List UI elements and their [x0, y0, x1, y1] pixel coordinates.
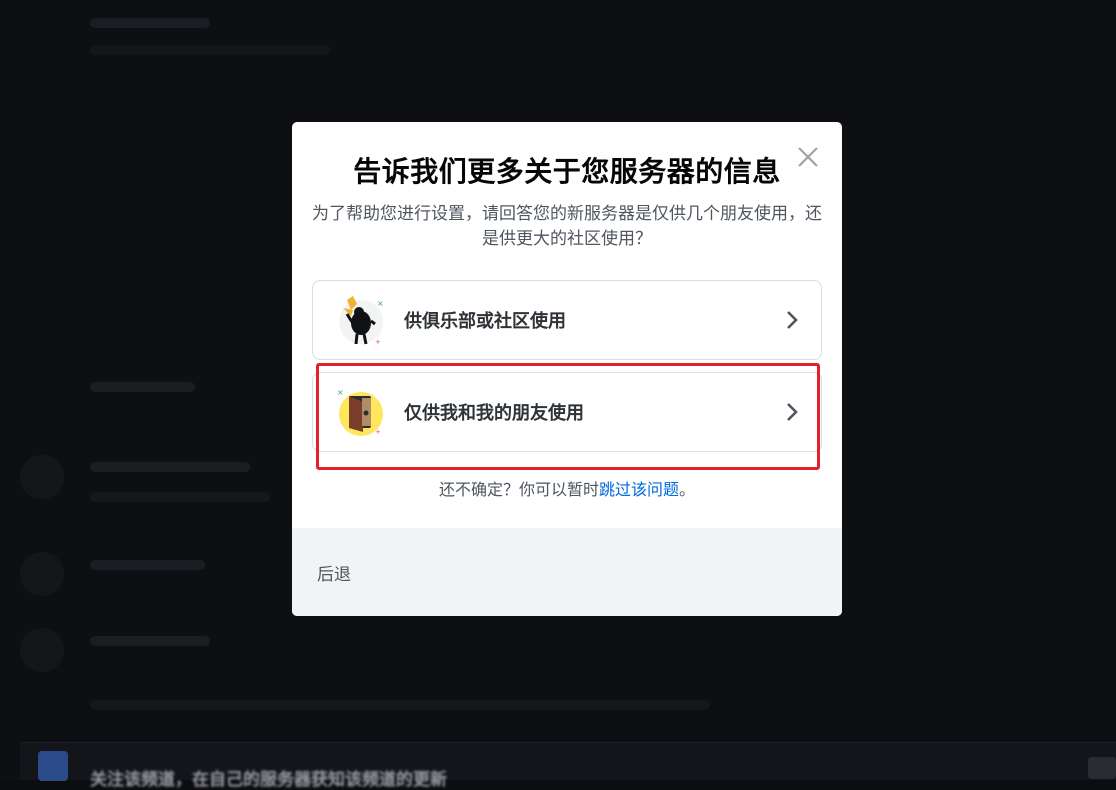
skip-question-link[interactable]: 跳过该问题 [599, 480, 679, 499]
svg-text:+: + [375, 428, 381, 436]
bg-placeholder-line [90, 18, 210, 28]
modal-subtitle: 为了帮助您进行设置，请回答您的新服务器是仅供几个朋友使用，还是供更大的社区使用？ [312, 204, 822, 249]
skip-prefix: 还不确定？你可以暂时 [438, 480, 599, 499]
skip-suffix: 。 [679, 480, 696, 499]
chevron-right-icon [787, 311, 798, 329]
bg-placeholder-line [90, 45, 330, 55]
follow-channel-banner: 关注该频道，在自己的服务器获知该频道的更新 [20, 742, 1116, 790]
option-label: 仅供我和我的朋友使用 [404, 403, 584, 424]
banner-text: 关注该频道，在自己的服务器获知该频道的更新 [90, 770, 447, 790]
back-button[interactable]: 后退 [317, 560, 351, 585]
bg-placeholder-line [90, 492, 270, 502]
bg-placeholder-line [90, 636, 210, 646]
bg-placeholder-line [90, 382, 195, 392]
club-community-illustration-icon: × + [339, 296, 384, 346]
chevron-right-icon [787, 403, 798, 421]
banner-action[interactable] [1088, 757, 1116, 779]
bg-placeholder-line [90, 462, 250, 472]
bg-placeholder-line [90, 560, 205, 570]
option-me-and-friends[interactable]: × + 仅供我和我的朋友使用 [312, 372, 822, 452]
modal-footer: 后退 [292, 528, 842, 616]
server-info-modal: 告诉我们更多关于您服务器的信息 为了帮助您进行设置，请回答您的新服务器是仅供几个… [292, 122, 842, 616]
modal-title: 告诉我们更多关于您服务器的信息 [353, 155, 781, 188]
svg-text:×: × [337, 388, 344, 397]
friends-door-illustration-icon: × + [337, 388, 383, 436]
option-club-community[interactable]: × + 供俱乐部或社区使用 [312, 280, 822, 360]
option-label: 供俱乐部或社区使用 [404, 311, 566, 332]
svg-text:×: × [377, 299, 384, 308]
channel-icon [38, 751, 68, 781]
skip-question-text: 还不确定？你可以暂时跳过该问题。 [292, 476, 842, 500]
bg-avatar [20, 455, 64, 499]
svg-text:+: + [375, 338, 381, 346]
bg-avatar [20, 628, 64, 672]
bg-placeholder-line [90, 700, 710, 710]
bg-avatar [20, 552, 64, 596]
